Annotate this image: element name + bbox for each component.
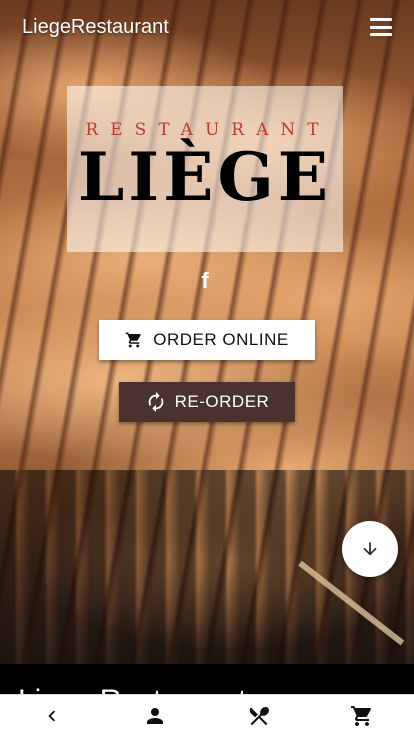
- app-screen: LiegeRestaurant RESTAURANT LIÈGE f ORDER…: [0, 0, 414, 736]
- chevron-left-icon: [48, 710, 55, 722]
- reorder-button[interactable]: RE-ORDER: [119, 382, 295, 422]
- logo-subtitle: RESTAURANT: [85, 120, 331, 140]
- nav-menu[interactable]: [229, 695, 289, 736]
- app-title: LiegeRestaurant: [22, 15, 169, 38]
- nav-back[interactable]: [22, 695, 82, 736]
- restaurant-logo: RESTAURANT LIÈGE: [67, 86, 343, 252]
- content-section: Liege Restaurant: [0, 664, 414, 694]
- scroll-down-button[interactable]: [342, 521, 398, 577]
- hamburger-menu-icon[interactable]: [370, 18, 392, 36]
- person-icon: [147, 708, 164, 724]
- shopping-cart-icon: [351, 706, 372, 726]
- reorder-label: RE-ORDER: [174, 392, 270, 411]
- order-online-button[interactable]: ORDER ONLINE: [99, 320, 315, 360]
- facebook-icon[interactable]: f: [194, 268, 216, 294]
- top-app-bar: LiegeRestaurant: [0, 0, 414, 54]
- nav-cart[interactable]: [332, 695, 392, 736]
- fork-knife-icon: [249, 707, 269, 726]
- section-heading: Liege Restaurant: [18, 684, 247, 694]
- shopping-cart-icon: [126, 332, 141, 348]
- bottom-navigation: [0, 694, 414, 736]
- nav-account[interactable]: [125, 695, 185, 736]
- logo-name: LIÈGE: [77, 138, 333, 216]
- arrow-down-icon: [363, 542, 377, 556]
- refresh-icon: [148, 391, 163, 413]
- order-online-label: ORDER ONLINE: [153, 330, 289, 349]
